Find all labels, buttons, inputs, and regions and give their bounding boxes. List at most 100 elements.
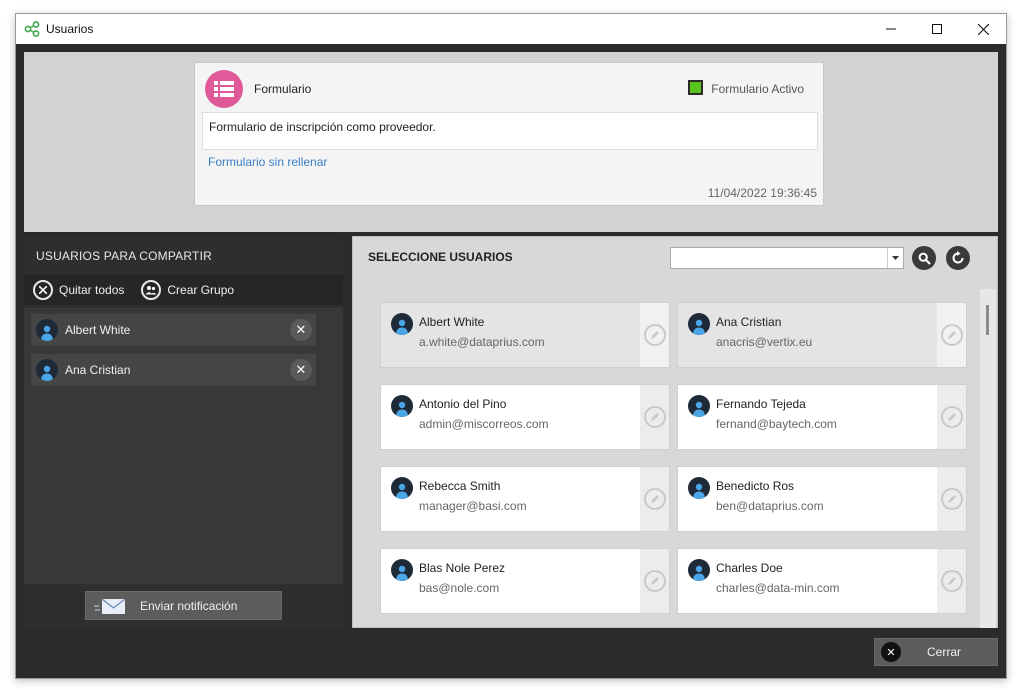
maximize-button[interactable] xyxy=(914,14,960,44)
user-name: Ana Cristian xyxy=(716,315,782,329)
pencil-icon xyxy=(643,570,666,592)
user-name: Benedicto Ros xyxy=(716,479,795,493)
search-dropdown-button[interactable] xyxy=(887,248,903,268)
user-email: bas@nole.com xyxy=(419,581,500,595)
user-email: admin@miscorreos.com xyxy=(419,417,549,431)
maximize-icon xyxy=(932,24,942,34)
edit-user-button[interactable] xyxy=(640,467,669,531)
user-email: manager@basi.com xyxy=(419,499,527,513)
user-avatar-icon xyxy=(688,477,710,499)
user-email: fernand@baytech.com xyxy=(716,417,837,431)
mail-icon xyxy=(94,598,126,614)
remove-user-button[interactable]: ✕ xyxy=(290,359,312,381)
form-date: 11/04/2022 19:36:45 xyxy=(707,186,817,200)
user-card[interactable]: Antonio del Pino admin@miscorreos.com xyxy=(380,384,670,450)
user-avatar-icon xyxy=(688,559,710,581)
create-group-label: Crear Grupo xyxy=(167,283,235,297)
window-title: Usuarios xyxy=(46,22,94,36)
send-notification-label: Enviar notificación xyxy=(140,598,238,613)
form-icon xyxy=(205,70,243,108)
form-area: Formulario Formulario Activo Formulario … xyxy=(24,52,998,232)
search-input[interactable] xyxy=(670,247,904,269)
form-card: Formulario Formulario Activo Formulario … xyxy=(194,62,824,206)
edit-user-button[interactable] xyxy=(937,303,966,367)
send-notification-button[interactable]: Enviar notificación xyxy=(85,591,282,620)
group-icon xyxy=(141,280,162,300)
form-unfilled-link[interactable]: Formulario sin rellenar xyxy=(208,155,327,169)
pencil-icon xyxy=(940,570,963,592)
selected-user-chip: Ana Cristian ✕ xyxy=(31,354,316,386)
selected-user-name: Ana Cristian xyxy=(65,363,131,377)
search-icon xyxy=(918,252,931,265)
refresh-button[interactable] xyxy=(946,246,970,270)
user-avatar-icon xyxy=(391,477,413,499)
form-active-checkbox[interactable] xyxy=(688,80,703,95)
pencil-icon xyxy=(940,406,963,428)
selected-users-list: Albert White ✕ Ana Cristian ✕ xyxy=(24,308,343,584)
selected-user-chip: Albert White ✕ xyxy=(31,314,316,346)
user-avatar-icon xyxy=(391,313,413,335)
user-avatar-icon xyxy=(36,319,58,341)
edit-user-button[interactable] xyxy=(640,385,669,449)
user-email: charles@data-min.com xyxy=(716,581,840,595)
user-name: Albert White xyxy=(419,315,485,329)
selected-user-name: Albert White xyxy=(65,323,131,337)
title-bar: Usuarios xyxy=(16,14,1006,44)
pencil-icon xyxy=(940,488,963,510)
minimize-icon xyxy=(886,28,896,30)
user-avatar-icon xyxy=(36,359,58,381)
users-window: Usuarios Formulario Formulario Activo Fo… xyxy=(15,13,1007,679)
form-active-label: Formulario Activo xyxy=(711,82,804,96)
user-name: Antonio del Pino xyxy=(419,397,507,411)
remove-user-button[interactable]: ✕ xyxy=(290,319,312,341)
user-name: Rebecca Smith xyxy=(419,479,501,493)
close-button-label: Cerrar xyxy=(927,645,962,659)
user-card[interactable]: Ana Cristian anacris@vertix.eu xyxy=(677,302,967,368)
remove-all-label: Quitar todos xyxy=(59,283,125,297)
close-icon xyxy=(977,23,989,35)
user-avatar-icon xyxy=(391,395,413,417)
user-avatar-icon xyxy=(688,313,710,335)
user-name: Blas Nole Perez xyxy=(419,561,506,575)
user-email: anacris@vertix.eu xyxy=(716,335,813,349)
users-grid: Albert White a.white@dataprius.com Ana C… xyxy=(380,289,970,628)
user-avatar-icon xyxy=(688,395,710,417)
share-actions-bar: Quitar todos Crear Grupo xyxy=(24,275,343,305)
close-button[interactable]: ✕ Cerrar xyxy=(874,638,998,666)
share-users-title: USUARIOS PARA COMPARTIR xyxy=(36,249,212,263)
user-name: Charles Doe xyxy=(716,561,783,575)
user-avatar-icon xyxy=(391,559,413,581)
edit-user-button[interactable] xyxy=(937,549,966,613)
edit-user-button[interactable] xyxy=(640,549,669,613)
pencil-icon xyxy=(643,406,666,428)
refresh-icon xyxy=(952,251,964,264)
user-card[interactable]: Blas Nole Perez bas@nole.com xyxy=(380,548,670,614)
user-card[interactable]: Rebecca Smith manager@basi.com xyxy=(380,466,670,532)
pencil-icon xyxy=(940,324,963,346)
pencil-icon xyxy=(643,324,666,346)
create-group-button[interactable]: Crear Grupo xyxy=(141,280,234,300)
user-card[interactable]: Charles Doe charles@data-min.com xyxy=(677,548,967,614)
users-scrollbar[interactable] xyxy=(980,289,996,628)
select-users-title: SELECCIONE USUARIOS xyxy=(368,250,513,264)
remove-all-icon xyxy=(33,280,53,300)
close-window-button[interactable] xyxy=(960,14,1006,44)
remove-all-button[interactable]: Quitar todos xyxy=(33,280,124,300)
user-email: a.white@dataprius.com xyxy=(419,335,545,349)
select-users-panel: SELECCIONE USUARIOS Albert White a.white… xyxy=(352,236,998,628)
user-card[interactable]: Albert White a.white@dataprius.com xyxy=(380,302,670,368)
edit-user-button[interactable] xyxy=(640,303,669,367)
scrollbar-thumb[interactable] xyxy=(986,305,989,335)
user-name: Fernando Tejeda xyxy=(716,397,806,411)
close-icon: ✕ xyxy=(881,642,901,662)
search-button[interactable] xyxy=(912,246,936,270)
form-title: Formulario xyxy=(254,82,312,96)
minimize-button[interactable] xyxy=(868,14,914,44)
share-icon xyxy=(24,21,40,37)
user-card[interactable]: Benedicto Ros ben@dataprius.com xyxy=(677,466,967,532)
edit-user-button[interactable] xyxy=(937,467,966,531)
pencil-icon xyxy=(643,488,666,510)
user-card[interactable]: Fernando Tejeda fernand@baytech.com xyxy=(677,384,967,450)
edit-user-button[interactable] xyxy=(937,385,966,449)
chevron-down-icon xyxy=(892,256,899,260)
